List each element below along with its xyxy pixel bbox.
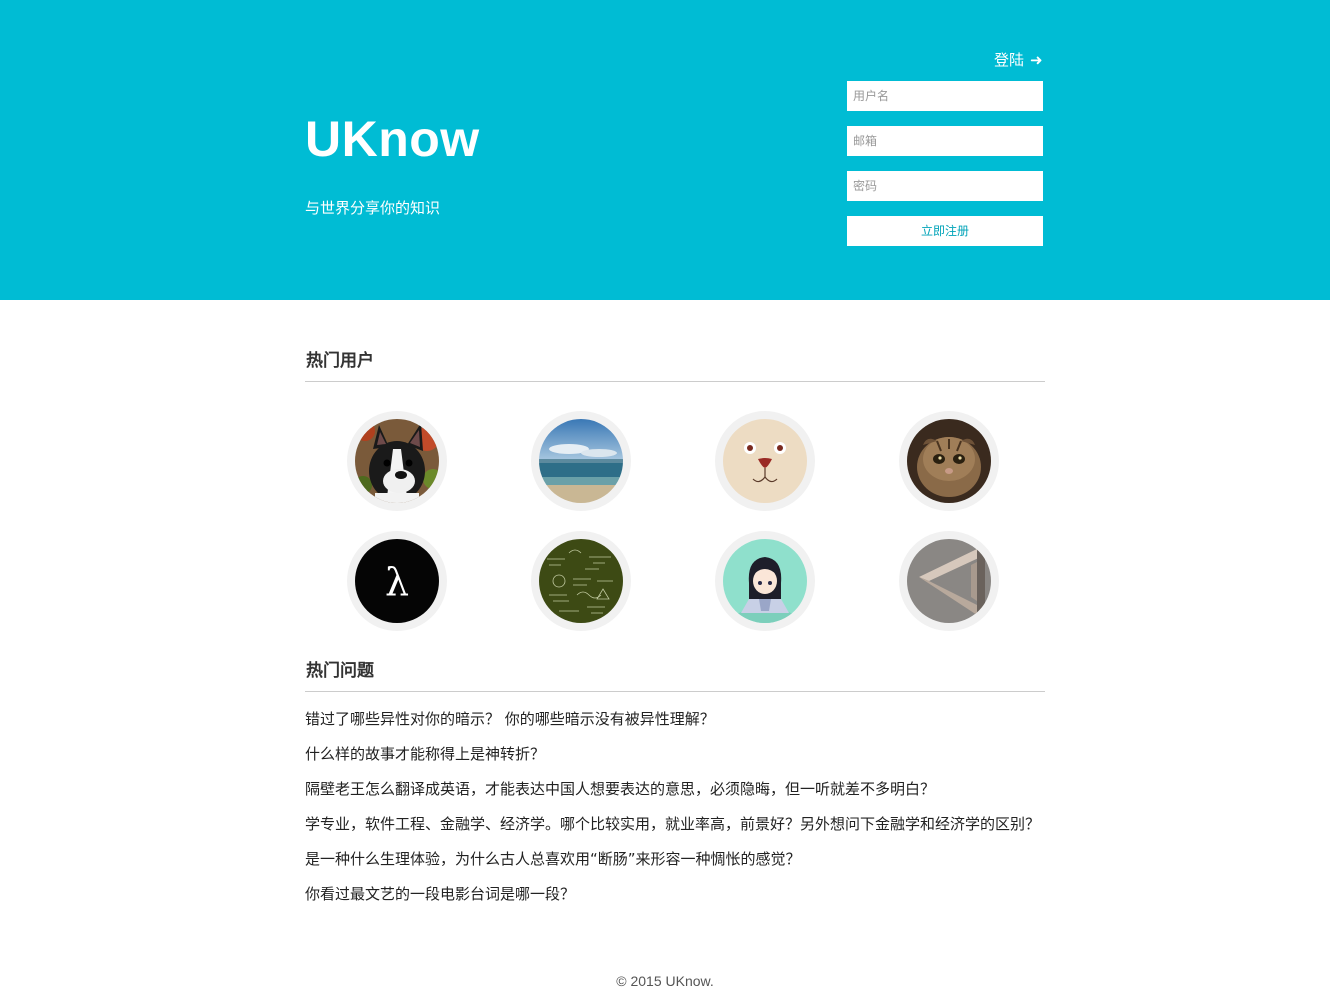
register-form: 立即注册	[847, 81, 1043, 246]
question-item[interactable]: 是一种什么生理体验，为什么古人总喜欢用“断肠”来形容一种惆怅的感觉？	[305, 850, 1045, 868]
chalkboard-formulas-avatar-icon	[539, 539, 623, 623]
hot-users-header: 热门用户	[305, 350, 1045, 382]
login-link[interactable]: 登陆 ➜	[994, 50, 1043, 70]
boston-terrier-avatar-icon	[355, 419, 439, 503]
beach-seascape-avatar-icon	[539, 419, 623, 503]
anime-girl-avatar-icon	[723, 539, 807, 623]
user-avatar-5[interactable]: λ	[347, 531, 447, 631]
lambda-glyph: λ	[385, 560, 409, 604]
footer-copyright: © 2015 UKnow.	[616, 973, 714, 989]
hot-questions-title: 热门问题	[306, 661, 374, 681]
question-item[interactable]: 什么样的故事才能称得上是神转折？	[305, 745, 1045, 763]
question-item[interactable]: 错过了哪些异性对你的暗示？ 你的哪些暗示没有被异性理解？	[305, 710, 1045, 728]
question-item[interactable]: 隔壁老王怎么翻译成英语，才能表达中国人想要表达的意思，必须隐晦，但一听就差不多明…	[305, 780, 1045, 798]
hero-header: UKnow 与世界分享你的知识 登陆 ➜ 立即注册	[0, 0, 1330, 300]
user-avatar-6[interactable]	[531, 531, 631, 631]
login-label: 登陆	[994, 51, 1025, 69]
cartoon-bear-face-avatar-icon	[723, 419, 807, 503]
user-avatar-2[interactable]	[531, 411, 631, 511]
hot-questions-header: 热门问题	[305, 660, 1045, 692]
user-avatar-8[interactable]	[899, 531, 999, 631]
username-input[interactable]	[847, 81, 1043, 111]
question-item[interactable]: 你看过最文艺的一段电影台词是哪一段？	[305, 885, 1045, 903]
user-avatar-4[interactable]	[899, 411, 999, 511]
user-avatar-7[interactable]	[715, 531, 815, 631]
user-avatar-1[interactable]	[347, 411, 447, 511]
password-input[interactable]	[847, 171, 1043, 201]
site-title: UKnow	[305, 111, 480, 167]
user-avatar-3[interactable]	[715, 411, 815, 511]
register-button[interactable]: 立即注册	[847, 216, 1043, 246]
arrow-right-icon: ➜	[1030, 51, 1043, 69]
hot-questions-list: 错过了哪些异性对你的暗示？ 你的哪些暗示没有被异性理解？ 什么样的故事才能称得上…	[305, 710, 1045, 920]
question-item[interactable]: 学专业，软件工程、金融学、经济学。哪个比较实用，就业率高，前景好？另外想问下金融…	[305, 815, 1045, 833]
hot-users-title: 热门用户	[306, 351, 374, 371]
penrose-triangle-avatar-icon	[907, 539, 991, 623]
site-tagline: 与世界分享你的知识	[305, 199, 441, 217]
email-input[interactable]	[847, 126, 1043, 156]
lambda-avatar-icon: λ	[355, 539, 439, 623]
scottish-fold-cat-avatar-icon	[907, 419, 991, 503]
